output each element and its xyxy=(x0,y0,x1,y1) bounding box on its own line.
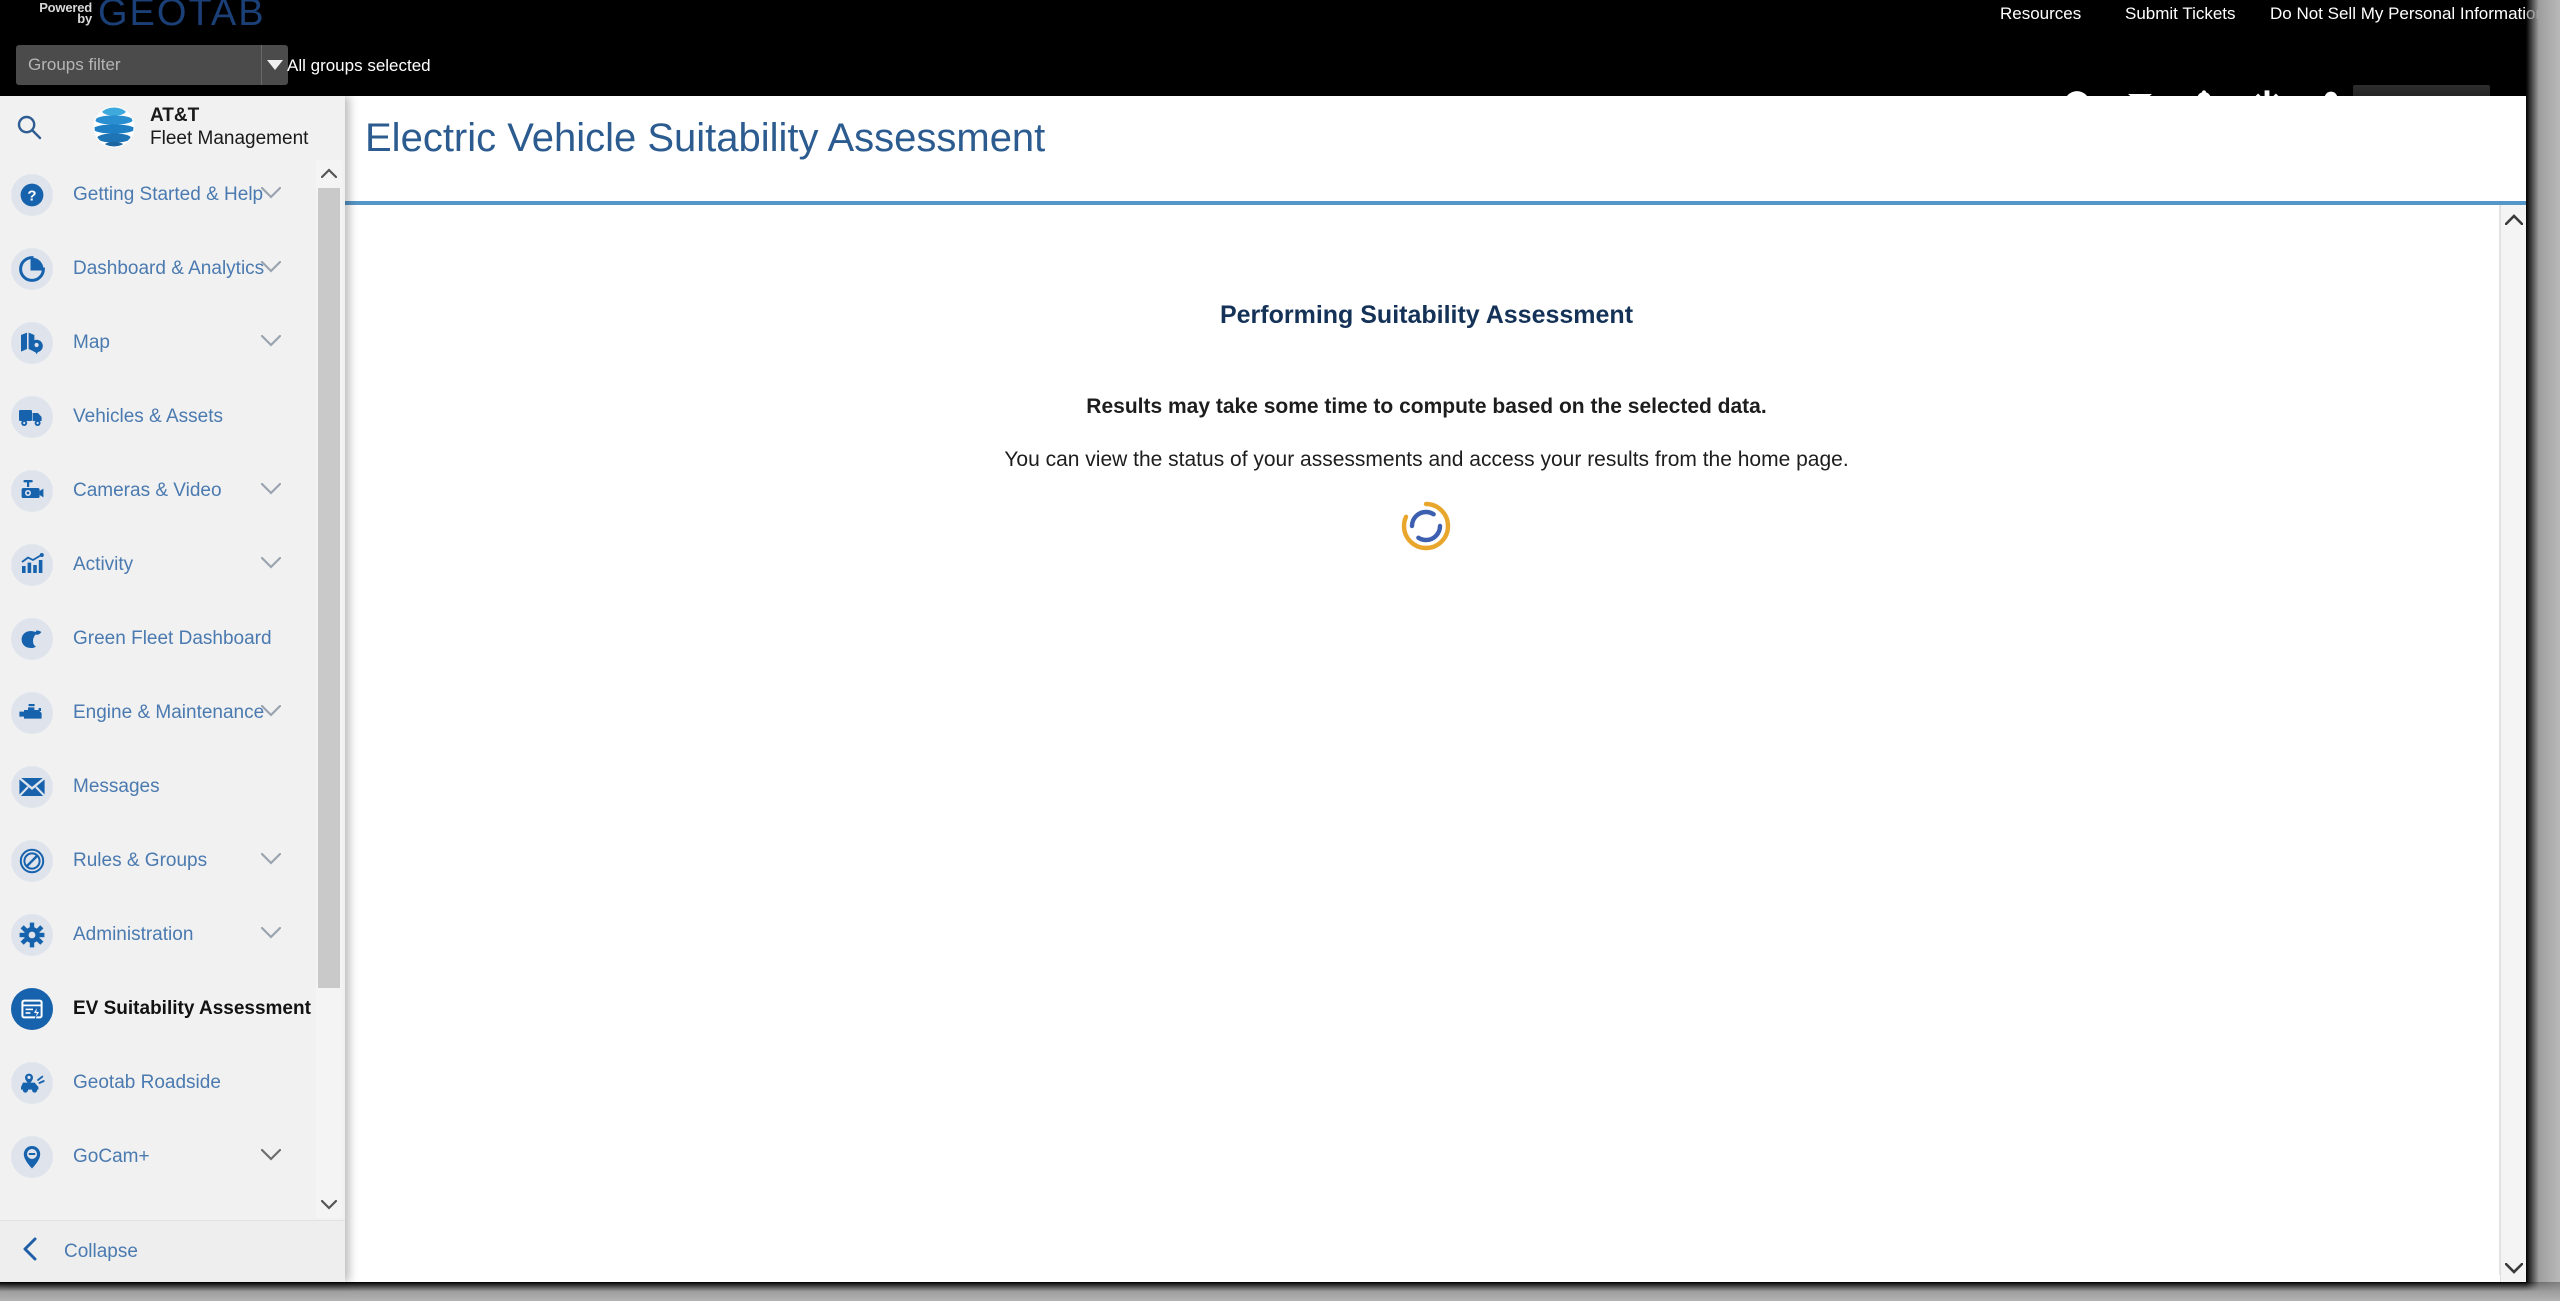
att-logo-text: AT&T Fleet Management xyxy=(150,104,308,150)
main-content-area: Electric Vehicle Suitability Assessment … xyxy=(345,96,2526,1282)
att-logo-line2: Fleet Management xyxy=(150,128,309,149)
chevron-down-icon[interactable] xyxy=(260,482,282,500)
sidebar-item-label: Activity xyxy=(73,554,134,575)
window-bottom-edge xyxy=(0,1282,2560,1301)
truck-icon xyxy=(11,396,53,438)
sidebar-item-label: EV Suitability Assessment xyxy=(73,998,311,1019)
sidebar-item-label: Getting Started & Help xyxy=(73,184,264,205)
sidebar-header: AT&T Fleet Management xyxy=(0,96,345,158)
sidebar-item-ev-suitability-assessment[interactable]: EV Suitability Assessment xyxy=(0,972,345,1046)
map-pin-icon xyxy=(11,322,53,364)
assessment-status-heading: Performing Suitability Assessment xyxy=(1219,301,1634,329)
chevron-down-icon[interactable] xyxy=(260,556,282,574)
dashcam-icon xyxy=(11,470,53,512)
loading-spinner xyxy=(1400,500,1452,552)
sidebar-item-label: Geotab Roadside xyxy=(73,1072,221,1093)
main-content-scrollbar[interactable] xyxy=(2500,205,2526,1282)
sidebar-item-geotab-roadside[interactable]: Geotab Roadside xyxy=(0,1046,345,1120)
sidebar-navigation: AT&T Fleet Management ? Getting Started … xyxy=(0,96,345,1282)
sidebar-item-green-fleet-dashboard[interactable]: Green Fleet Dashboard xyxy=(0,602,345,676)
sidebar-item-rules-groups[interactable]: Rules & Groups xyxy=(0,824,345,898)
sidebar-item-administration[interactable]: Administration xyxy=(0,898,345,972)
sidebar-item-activity[interactable]: Activity xyxy=(0,528,345,602)
sidebar-collapse-button[interactable]: Collapse xyxy=(0,1220,345,1282)
sidebar-item-label: Vehicles & Assets xyxy=(73,406,223,427)
sidebar-item-cameras-video[interactable]: Cameras & Video xyxy=(0,454,345,528)
chevron-down-icon[interactable] xyxy=(260,186,282,204)
sidebar-scrollbar-thumb[interactable] xyxy=(318,188,340,988)
chevron-down-icon[interactable] xyxy=(260,704,282,722)
sidebar-item-label: Map xyxy=(73,332,110,353)
gocam-pin-icon xyxy=(11,1136,53,1178)
sidebar-item-label: GoCam+ xyxy=(73,1146,150,1167)
sidebar-scrollbar[interactable] xyxy=(316,160,342,1218)
chevron-down-icon[interactable] xyxy=(260,852,282,870)
sidebar-item-map[interactable]: Map xyxy=(0,306,345,380)
utility-link-submit-tickets[interactable]: Submit Tickets xyxy=(2125,4,2236,24)
sidebar-collapse-label: Collapse xyxy=(64,1240,138,1262)
engine-icon xyxy=(11,692,53,734)
scroll-down-arrow-icon[interactable] xyxy=(2501,1254,2526,1282)
scroll-up-arrow-icon[interactable] xyxy=(316,160,342,186)
chevron-left-icon xyxy=(22,1237,38,1266)
ev-assessment-icon xyxy=(11,988,53,1030)
gear-icon xyxy=(11,914,53,956)
sidebar-item-label: Dashboard & Analytics xyxy=(73,258,265,279)
groups-filter-input[interactable] xyxy=(16,45,261,85)
utility-link-do-not-sell[interactable]: Do Not Sell My Personal Information xyxy=(2270,4,2545,24)
utility-link-resources[interactable]: Resources xyxy=(2000,4,2081,24)
roadside-assist-icon xyxy=(11,1062,53,1104)
assessment-status-line-1: Results may take some time to compute ba… xyxy=(1086,395,1767,418)
leaf-icon xyxy=(11,618,53,660)
chevron-down-icon[interactable] xyxy=(260,334,282,352)
powered-by-label: Powered by xyxy=(14,1,92,25)
sidebar-item-label: Administration xyxy=(73,924,194,945)
search-icon[interactable] xyxy=(16,114,42,145)
application-window: Powered by GEOTAB Resources Submit Ticke… xyxy=(0,0,2560,1301)
scroll-down-arrow-icon[interactable] xyxy=(316,1192,342,1218)
svg-text:?: ? xyxy=(27,188,36,205)
sidebar-item-getting-started-help[interactable]: ? Getting Started & Help xyxy=(0,158,345,232)
assessment-status-panel: Performing Suitability Assessment Result… xyxy=(353,205,2500,1275)
chevron-down-icon[interactable] xyxy=(260,1148,282,1166)
prohibited-sign-icon xyxy=(11,840,53,882)
top-utility-bar: Powered by GEOTAB Resources Submit Ticke… xyxy=(0,0,2545,38)
chevron-down-icon[interactable] xyxy=(260,926,282,944)
window-right-edge xyxy=(2526,0,2560,1301)
pie-chart-icon xyxy=(11,248,53,290)
att-logo-line1: AT&T xyxy=(150,105,200,126)
sidebar-item-dashboard-analytics[interactable]: Dashboard & Analytics xyxy=(0,232,345,306)
bar-chart-icon xyxy=(11,544,53,586)
sidebar-item-vehicles-assets[interactable]: Vehicles & Assets xyxy=(0,380,345,454)
geotab-logo: GEOTAB xyxy=(98,0,266,34)
envelope-icon xyxy=(11,766,53,808)
assessment-status-line-2: You can view the status of your assessme… xyxy=(1004,448,1849,471)
sidebar-item-label: Engine & Maintenance xyxy=(73,702,265,723)
att-fleet-management-logo[interactable]: AT&T Fleet Management xyxy=(92,104,308,150)
chevron-down-icon[interactable] xyxy=(260,260,282,278)
groups-filter-control[interactable] xyxy=(16,45,288,85)
scroll-up-arrow-icon[interactable] xyxy=(2501,205,2526,233)
sidebar-item-label: Green Fleet Dashboard xyxy=(73,628,272,649)
spinner-inner-ring xyxy=(1409,509,1443,543)
sidebar-item-label: Rules & Groups xyxy=(73,850,208,871)
page-title: Electric Vehicle Suitability Assessment xyxy=(365,116,1046,160)
sidebar-item-gocam-plus[interactable]: GoCam+ xyxy=(0,1120,345,1194)
sidebar-item-engine-maintenance[interactable]: Engine & Maintenance xyxy=(0,676,345,750)
groups-filter-bar: All groups selected ? xyxy=(0,38,2526,119)
groups-selected-summary: All groups selected xyxy=(287,56,431,75)
sidebar-item-label: Messages xyxy=(73,776,160,797)
chevron-down-icon[interactable] xyxy=(261,45,288,85)
question-circle-icon: ? xyxy=(11,174,53,216)
sidebar-item-messages[interactable]: Messages xyxy=(0,750,345,824)
sidebar-item-label: Cameras & Video xyxy=(73,480,222,501)
sidebar-items-list: ? Getting Started & Help Dashboard & Ana… xyxy=(0,158,345,1220)
att-globe-icon xyxy=(93,106,135,148)
